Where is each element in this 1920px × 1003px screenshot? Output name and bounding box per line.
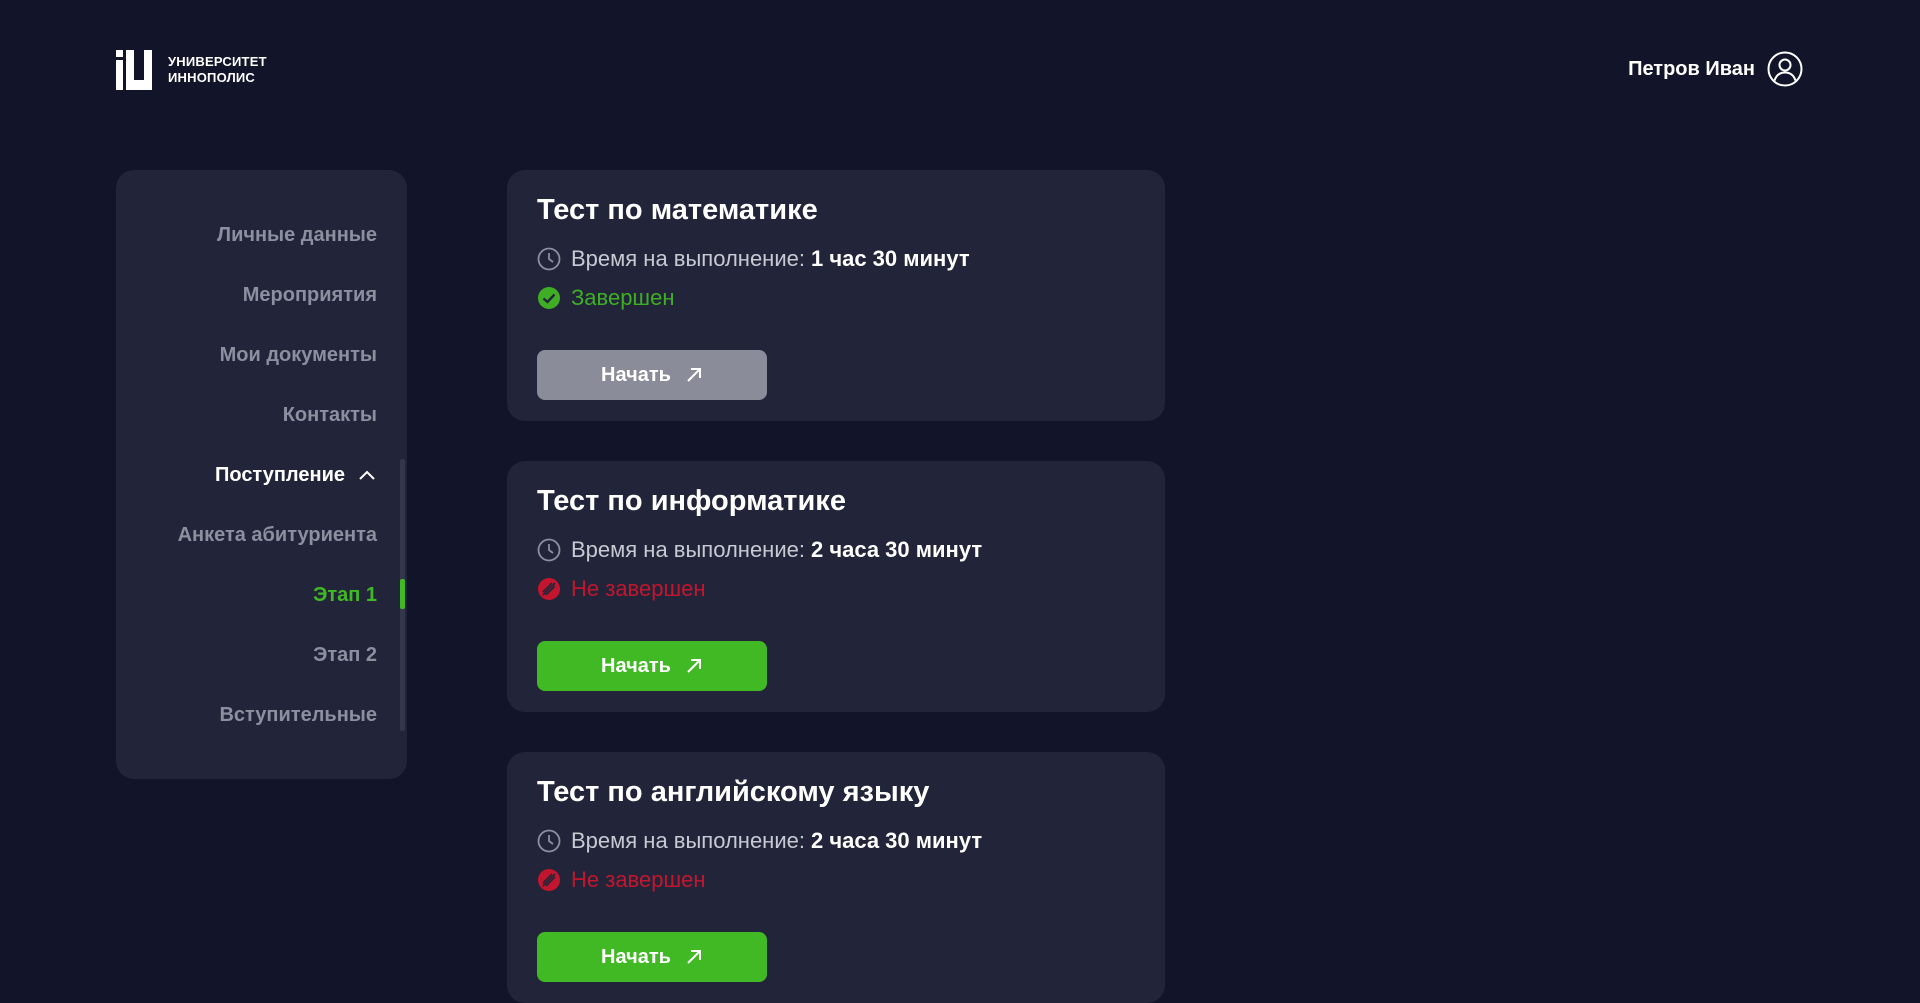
sidebar-item-stage-1[interactable]: Этап 1 xyxy=(313,580,377,610)
test-status: Не завершен xyxy=(537,867,706,893)
duration-value: 1 час 30 минут xyxy=(810,246,970,271)
test-status: Не завершен xyxy=(537,576,706,602)
duration-value: 2 часа 30 минут xyxy=(810,828,983,853)
test-title: Тест по английскому языку xyxy=(537,776,930,808)
test-card-english: Тест по английскому языку Время на выпол… xyxy=(507,752,1165,1003)
clock-icon xyxy=(537,247,561,271)
start-test-button[interactable]: Начать xyxy=(537,641,767,691)
duration-label: Время на выполнение: xyxy=(571,246,805,271)
test-duration: Время на выполнение: 1 час 30 минут xyxy=(537,246,970,272)
test-card-informatics: Тест по информатике Время на выполнение:… xyxy=(507,461,1165,712)
test-duration: Время на выполнение: 2 часа 30 минут xyxy=(537,537,982,563)
sidebar-item-stage-2[interactable]: Этап 2 xyxy=(313,640,377,670)
status-text: Не завершен xyxy=(571,576,706,601)
user-menu[interactable]: Петров Иван xyxy=(1628,51,1803,87)
crossed-circle-icon xyxy=(538,869,560,891)
sidebar-item-label: Вступительные xyxy=(219,703,377,726)
user-name: Петров Иван xyxy=(1628,57,1755,80)
arrow-up-right-icon xyxy=(687,950,701,964)
sidebar-item-label: Мероприятия xyxy=(242,283,377,306)
header: УНИВЕРСИТЕТ ИННОПОЛИС Петров Иван xyxy=(0,0,1920,140)
sidebar-item-admission[interactable]: Поступление xyxy=(215,460,377,490)
duration-value: 2 часа 30 минут xyxy=(810,537,983,562)
test-card-math: Тест по математике Время на выполнение: … xyxy=(507,170,1165,421)
active-item-indicator xyxy=(400,579,405,609)
start-test-button[interactable]: Начать xyxy=(537,350,767,400)
sidebar-item-label: Анкета абитуриента xyxy=(177,523,377,546)
sidebar-item-events[interactable]: Мероприятия xyxy=(243,280,377,310)
sidebar-item-label: Этап 2 xyxy=(313,643,377,666)
sidebar-item-applicant-form[interactable]: Анкета абитуриента xyxy=(178,520,377,550)
test-duration: Время на выполнение: 2 часа 30 минут xyxy=(537,828,982,854)
sidebar-item-label: Личные данные xyxy=(217,223,377,246)
arrow-up-right-icon xyxy=(687,368,701,382)
button-label: Начать xyxy=(601,654,671,677)
user-circle-icon xyxy=(1767,51,1803,87)
sidebar-item-personal-data[interactable]: Личные данные xyxy=(217,220,377,250)
logo[interactable]: УНИВЕРСИТЕТ ИННОПОЛИС xyxy=(116,50,267,90)
sidebar-item-label: Мои документы xyxy=(219,343,377,366)
clock-icon xyxy=(537,829,561,853)
test-title: Тест по информатике xyxy=(537,485,846,517)
status-text: Не завершен xyxy=(571,867,706,892)
innopolis-logo-icon xyxy=(116,50,152,90)
test-title: Тест по математике xyxy=(537,194,818,226)
sidebar-item-contacts[interactable]: Контакты xyxy=(283,400,377,430)
button-label: Начать xyxy=(601,945,671,968)
sidebar: Личные данные Мероприятия Мои документы … xyxy=(116,170,407,779)
sidebar-item-entrance[interactable]: Вступительные xyxy=(219,700,377,730)
chevron-up-icon xyxy=(359,470,375,480)
button-label: Начать xyxy=(601,363,671,386)
sidebar-item-label: Поступление xyxy=(214,463,345,486)
check-circle-icon xyxy=(538,287,560,309)
crossed-circle-icon xyxy=(538,578,560,600)
test-status: Завершен xyxy=(537,285,674,311)
logo-line-1: УНИВЕРСИТЕТ xyxy=(168,54,267,69)
status-text: Завершен xyxy=(571,285,675,310)
duration-label: Время на выполнение: xyxy=(571,537,805,562)
logo-text: УНИВЕРСИТЕТ ИННОПОЛИС xyxy=(168,54,267,86)
sidebar-item-my-documents[interactable]: Мои документы xyxy=(220,340,377,370)
logo-line-2: ИННОПОЛИС xyxy=(168,70,256,85)
sidebar-item-label: Этап 1 xyxy=(313,583,377,606)
clock-icon xyxy=(537,538,561,562)
start-test-button[interactable]: Начать xyxy=(537,932,767,982)
arrow-up-right-icon xyxy=(687,659,701,673)
sidebar-item-label: Контакты xyxy=(282,403,377,426)
duration-label: Время на выполнение: xyxy=(571,828,805,853)
